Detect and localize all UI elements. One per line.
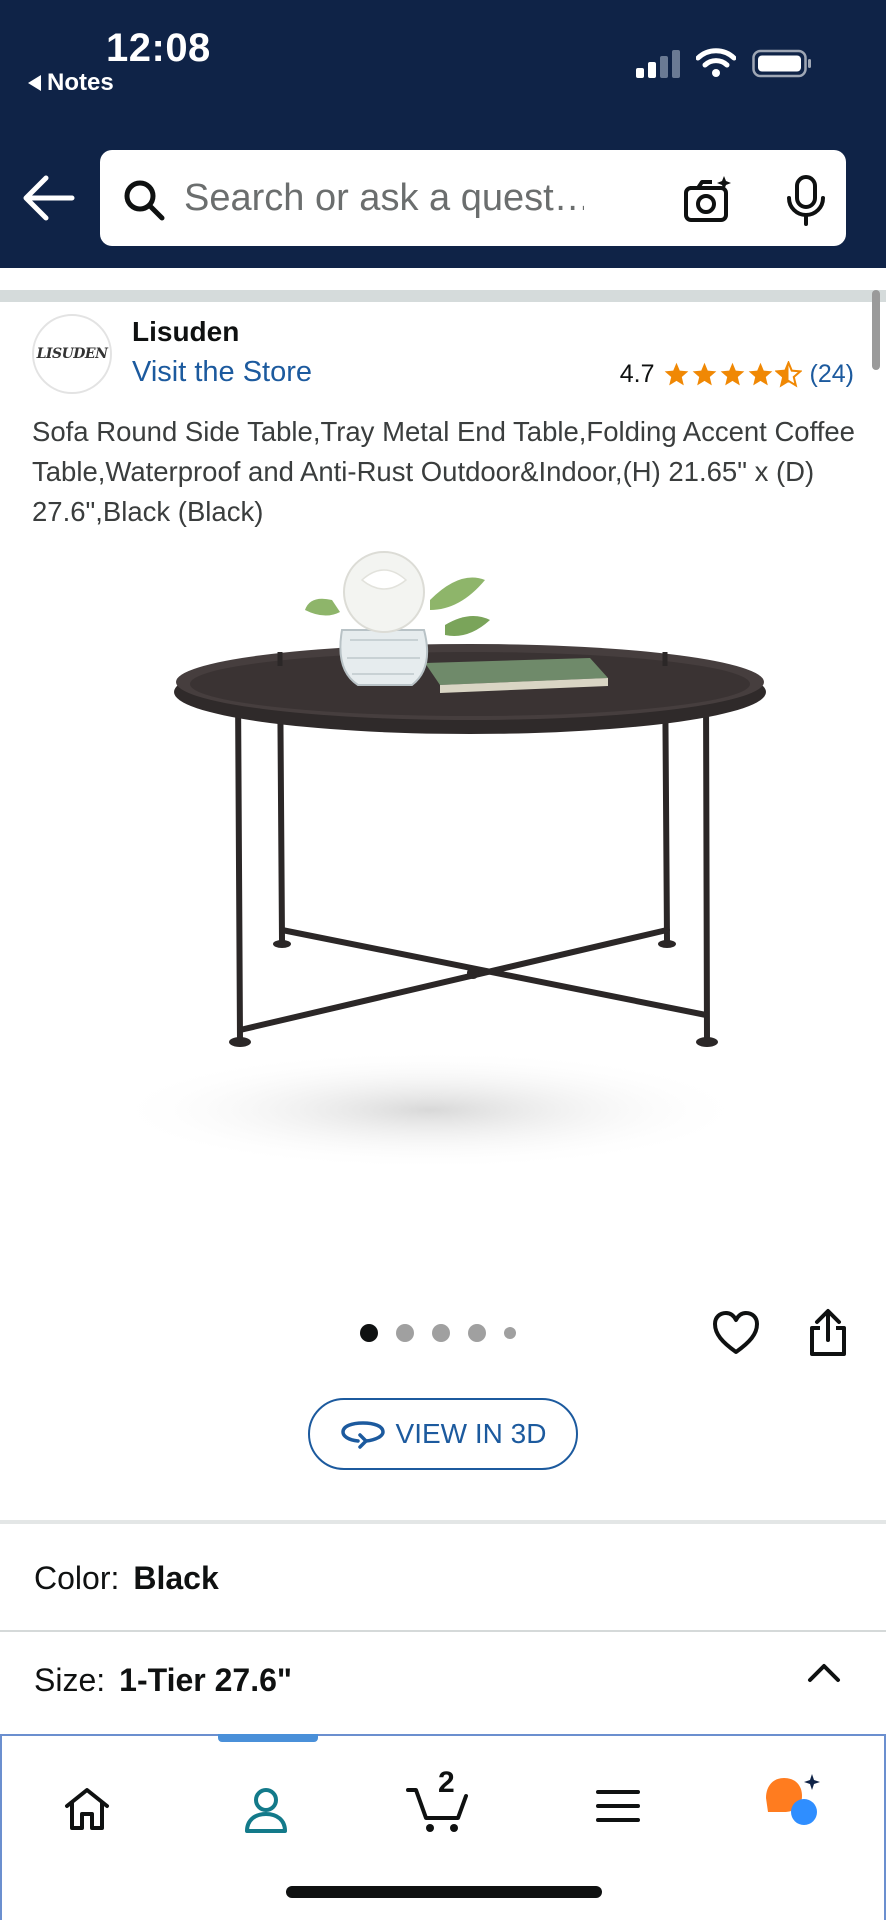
search-bar[interactable]	[100, 150, 846, 246]
carousel-dot[interactable]	[360, 1324, 378, 1342]
back-triangle-icon	[28, 75, 41, 91]
account-icon[interactable]	[242, 1786, 290, 1834]
signal-icon	[636, 50, 680, 78]
color-value: Black	[133, 1560, 219, 1596]
system-icons	[634, 48, 812, 78]
size-selector[interactable]: Size: 1-Tier 27.6"	[34, 1662, 292, 1699]
microphone-icon[interactable]	[784, 174, 828, 226]
menu-icon[interactable]	[596, 1786, 640, 1826]
carousel-dot[interactable]	[432, 1324, 450, 1342]
heart-icon[interactable]	[712, 1310, 760, 1356]
product-image[interactable]	[100, 540, 790, 1240]
rating-value: 4.7	[619, 360, 655, 388]
rating-count: (24)	[809, 360, 854, 388]
row-divider	[0, 1630, 886, 1632]
carousel-dot[interactable]	[504, 1327, 516, 1339]
view-in-3d-label: VIEW IN 3D	[395, 1418, 547, 1449]
product-title: Sofa Round Side Table,Tray Metal End Tab…	[32, 416, 855, 527]
star-icon	[720, 362, 744, 386]
back-to-app[interactable]: Notes	[28, 69, 114, 97]
visit-store-link[interactable]: Visit the Store	[132, 356, 312, 389]
search-icon	[124, 180, 165, 221]
brand-logo-text: LISUDEN	[36, 346, 108, 362]
rufus-assistant-icon[interactable]	[762, 1770, 826, 1830]
header: 12:08 Notes	[0, 0, 886, 268]
brand-name: Lisuden	[132, 316, 240, 347]
star-rating	[663, 361, 802, 388]
chevron-up-icon[interactable]	[806, 1660, 842, 1684]
carousel-dot[interactable]	[468, 1324, 486, 1342]
star-icon	[748, 362, 772, 386]
wifi-icon	[696, 48, 736, 77]
carousel-dot[interactable]	[396, 1324, 414, 1342]
battery-icon	[752, 49, 811, 78]
active-tab-indicator	[218, 1734, 318, 1742]
back-arrow-icon[interactable]	[20, 170, 76, 226]
scrollbar[interactable]	[872, 290, 880, 370]
section-divider	[0, 1520, 886, 1524]
rating-summary[interactable]: 4.7 (24)	[620, 360, 854, 389]
color-label: Color:	[34, 1560, 120, 1596]
status-time: 12:08	[106, 26, 211, 70]
back-app-label: Notes	[47, 69, 114, 96]
brand-logo[interactable]: LISUDEN	[32, 314, 112, 394]
star-icon	[692, 362, 716, 386]
half-star-icon	[774, 361, 802, 388]
color-selector[interactable]: Color: Black	[34, 1560, 219, 1597]
camera-search-icon[interactable]	[682, 174, 734, 226]
section-divider	[0, 290, 886, 302]
share-icon[interactable]	[806, 1308, 850, 1358]
home-indicator	[286, 1886, 602, 1898]
cart-count-badge: 2	[438, 1766, 455, 1799]
rotate-3d-icon	[340, 1421, 385, 1449]
size-label: Size:	[34, 1662, 106, 1698]
image-carousel-dots[interactable]	[360, 1324, 516, 1342]
home-icon[interactable]	[62, 1786, 112, 1832]
size-value: 1-Tier 27.6"	[119, 1662, 293, 1698]
star-icon	[664, 362, 688, 386]
search-input[interactable]	[184, 172, 584, 224]
view-in-3d-button[interactable]: VIEW IN 3D	[308, 1398, 578, 1470]
